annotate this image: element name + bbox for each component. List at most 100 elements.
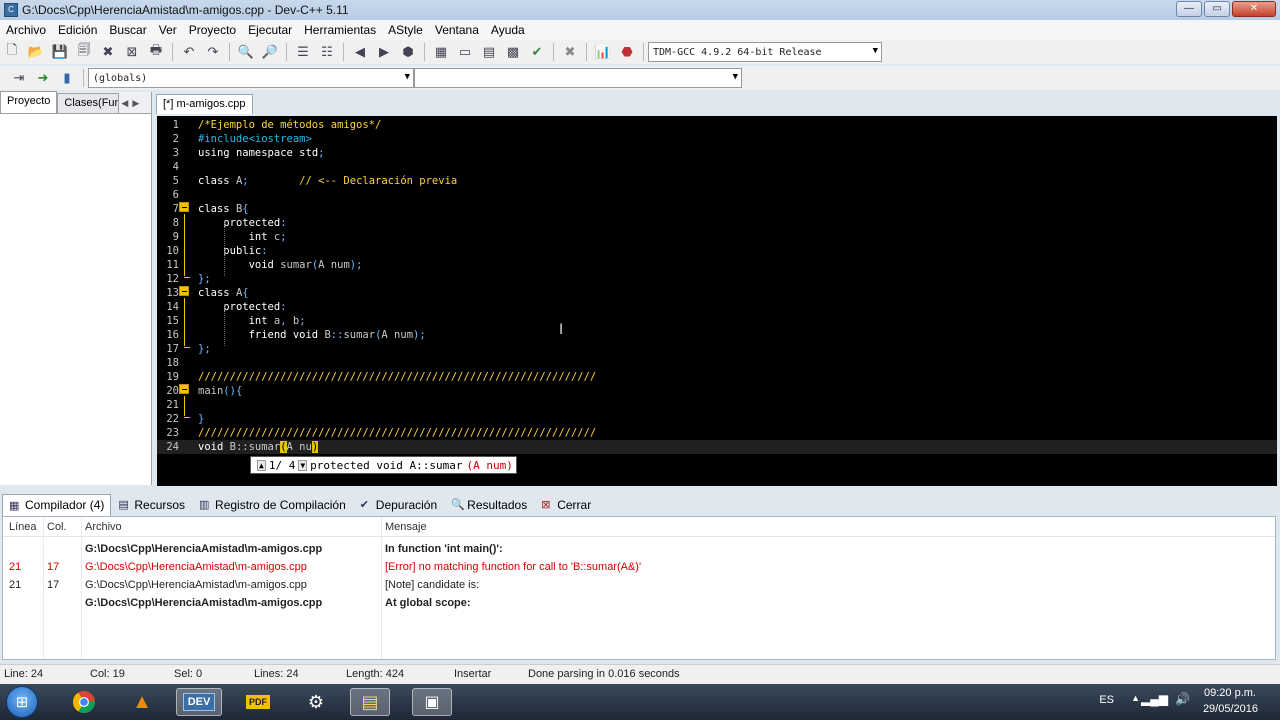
code-line[interactable]: 10 public:: [157, 244, 1277, 258]
run-icon[interactable]: ▭: [454, 42, 476, 62]
tab-registro[interactable]: ▥ Registro de Compilación: [192, 494, 353, 516]
window-task-icon[interactable]: ▣: [412, 688, 452, 716]
code-line[interactable]: 6: [157, 188, 1277, 202]
maximize-button[interactable]: ▭: [1204, 1, 1230, 17]
clock-date[interactable]: 29/05/2016: [1203, 703, 1258, 715]
unindent-icon[interactable]: ☷: [316, 42, 338, 62]
header-line[interactable]: Línea: [9, 521, 37, 533]
chrome-icon[interactable]: [64, 688, 104, 716]
debug-icon[interactable]: ⬣: [616, 42, 638, 62]
code-line[interactable]: 24 void B::sumar(A nu): [157, 440, 1277, 454]
compiler-messages-list[interactable]: Línea Col. Archivo Mensaje G:\Docs\Cpp\H…: [2, 516, 1276, 660]
tab-recursos[interactable]: ▤ Recursos: [111, 494, 192, 516]
file-explorer-icon[interactable]: ▤: [350, 688, 390, 716]
code-line[interactable]: 1 /*Ejemplo de métodos amigos*/: [157, 118, 1277, 132]
compiler-select[interactable]: TDM-GCC 4.9.2 64-bit Release ▼: [648, 42, 882, 62]
minimize-button[interactable]: —: [1176, 1, 1202, 17]
code-line[interactable]: 17};: [157, 342, 1277, 356]
code-editor[interactable]: 24 void B::sumar(A nu) 23/////////////////…: [157, 116, 1277, 486]
header-col[interactable]: Col.: [47, 521, 67, 533]
fold-marker-icon[interactable]: [179, 202, 189, 212]
member-select[interactable]: ▼: [414, 68, 742, 88]
code-line[interactable]: 16 friend void B::sumar(A num);: [157, 328, 1277, 342]
tab-proyecto[interactable]: Proyecto: [0, 91, 58, 113]
fold-marker-icon[interactable]: [179, 286, 189, 296]
close-file-icon[interactable]: ✖: [97, 42, 119, 62]
tab-compilador[interactable]: ▦ Compilador (4): [2, 494, 112, 516]
menu-astyle[interactable]: AStyle: [382, 23, 429, 37]
code-line[interactable]: 13 class A{: [157, 286, 1277, 300]
chart-icon[interactable]: 📊: [592, 42, 614, 62]
steam-icon[interactable]: ⚙: [296, 688, 336, 716]
fold-marker-icon[interactable]: [179, 384, 189, 394]
find-icon[interactable]: 🔍: [235, 42, 257, 62]
compile-icon[interactable]: ▦: [430, 42, 452, 62]
tip-up-arrow-icon[interactable]: ▲: [257, 459, 266, 471]
redo-icon[interactable]: ↷: [202, 42, 224, 62]
code-line[interactable]: 15 int a, b;: [157, 314, 1277, 328]
code-line[interactable]: 21: [157, 398, 1277, 412]
code-line[interactable]: 19 //////////////////////////////////////…: [157, 370, 1277, 384]
message-row[interactable]: G:\Docs\Cpp\HerenciaAmistad\m-amigos.cpp…: [3, 594, 1275, 612]
menu-ayuda[interactable]: Ayuda: [485, 23, 531, 37]
code-line[interactable]: 8 protected:: [157, 216, 1277, 230]
tab-m-amigos-cpp[interactable]: [*] m-amigos.cpp: [156, 94, 253, 114]
menu-buscar[interactable]: Buscar: [103, 23, 152, 37]
stop-icon[interactable]: ⬢: [397, 42, 419, 62]
bookmark-next-icon[interactable]: ▶: [373, 42, 395, 62]
menu-ver[interactable]: Ver: [153, 23, 183, 37]
message-row[interactable]: 21 17 G:\Docs\Cpp\HerenciaAmistad\m-amig…: [3, 558, 1275, 576]
tab-scroll-right-icon[interactable]: ▶: [130, 93, 141, 113]
open-file-icon[interactable]: 📂: [25, 42, 47, 62]
avast-icon[interactable]: ▲: [122, 688, 162, 716]
delete-icon[interactable]: ✖: [559, 42, 581, 62]
code-line[interactable]: 18: [157, 356, 1277, 370]
code-line[interactable]: 5 class A; // <-- Declaración previa: [157, 174, 1277, 188]
menu-edicion[interactable]: Edición: [52, 23, 103, 37]
class-browser-icon[interactable]: ▮: [56, 68, 78, 88]
code-line[interactable]: 12};: [157, 272, 1277, 286]
menu-proyecto[interactable]: Proyecto: [183, 23, 242, 37]
devcpp-task-icon[interactable]: DEV: [176, 688, 222, 716]
indent-icon[interactable]: ☰: [292, 42, 314, 62]
code-line[interactable]: 2 #include<iostream>: [157, 132, 1277, 146]
code-line[interactable]: 9 int c;: [157, 230, 1277, 244]
goto-declaration-icon[interactable]: ⇥: [8, 68, 30, 88]
tab-cerrar[interactable]: ⊠ Cerrar: [534, 494, 598, 516]
undo-icon[interactable]: ↶: [178, 42, 200, 62]
print-icon[interactable]: 🖶: [145, 42, 167, 62]
message-row[interactable]: G:\Docs\Cpp\HerenciaAmistad\m-amigos.cpp…: [3, 540, 1275, 558]
tab-resultados[interactable]: 🔍 Resultados: [444, 494, 534, 516]
header-message[interactable]: Mensaje: [385, 521, 427, 533]
tab-clases[interactable]: Clases(Fun: [57, 93, 120, 113]
code-line[interactable]: 20 main(){: [157, 384, 1277, 398]
tab-scroll-left-icon[interactable]: ◀: [119, 93, 130, 113]
network-icon[interactable]: ▂▄▆: [1141, 692, 1168, 706]
code-line[interactable]: 14 protected:: [157, 300, 1277, 314]
clock-time[interactable]: 09:20 p.m.: [1204, 687, 1256, 699]
goto-definition-icon[interactable]: ➜: [32, 68, 54, 88]
menu-herramientas[interactable]: Herramientas: [298, 23, 382, 37]
language-indicator[interactable]: ES: [1099, 694, 1114, 706]
message-row[interactable]: 21 17 G:\Docs\Cpp\HerenciaAmistad\m-amig…: [3, 576, 1275, 594]
replace-icon[interactable]: 🔎: [259, 42, 281, 62]
tip-down-arrow-icon[interactable]: ▼: [298, 459, 308, 471]
tray-expand-icon[interactable]: ▲: [1131, 693, 1140, 703]
menu-ventana[interactable]: Ventana: [429, 23, 485, 37]
save-icon[interactable]: 💾: [49, 42, 71, 62]
new-file-icon[interactable]: 🗋: [1, 42, 23, 62]
compile-run-icon[interactable]: ▤: [478, 42, 500, 62]
close-button[interactable]: ✕: [1232, 1, 1276, 17]
tab-depuracion[interactable]: ✔ Depuración: [353, 494, 444, 516]
code-line[interactable]: 23 //////////////////////////////////////…: [157, 426, 1277, 440]
code-line[interactable]: 3 using namespace std;: [157, 146, 1277, 160]
syntax-check-icon[interactable]: ✔: [526, 42, 548, 62]
close-all-icon[interactable]: ⊠: [121, 42, 143, 62]
code-line[interactable]: 11 void sumar(A num);: [157, 258, 1277, 272]
menu-ejecutar[interactable]: Ejecutar: [242, 23, 298, 37]
save-all-icon[interactable]: 🗐: [73, 42, 95, 62]
code-line[interactable]: 4: [157, 160, 1277, 174]
code-line[interactable]: 22}: [157, 412, 1277, 426]
windows-start-icon[interactable]: ⊞: [6, 686, 38, 718]
menu-archivo[interactable]: Archivo: [0, 23, 52, 37]
